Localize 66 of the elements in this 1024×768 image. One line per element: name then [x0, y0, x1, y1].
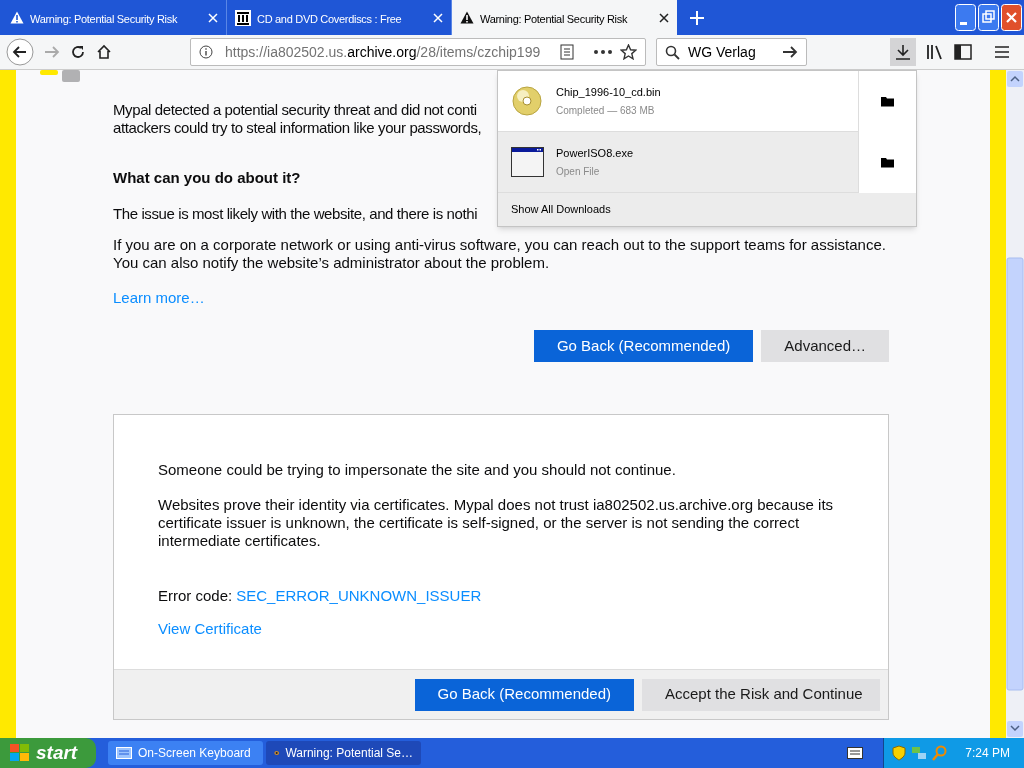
new-tab-icon[interactable] — [689, 9, 705, 26]
body-text-line: If you are on a corporate network or using anti-virus software, you can reach out to the support teams for assistance. — [113, 235, 886, 254]
file-name: PowerISO8.exe — [556, 145, 634, 161]
go-back-button[interactable]: Go Back (Recommended) — [533, 330, 754, 362]
downloads-toolbar-button[interactable] — [890, 38, 916, 66]
search-field[interactable]: WG Verlag — [656, 38, 807, 66]
close-window-icon[interactable] — [1001, 4, 1022, 31]
library-icon[interactable] — [926, 44, 944, 60]
taskbar-item-label: On-Screen Keyboard — [138, 745, 251, 762]
restore-icon[interactable] — [978, 4, 999, 31]
star-icon[interactable] — [620, 44, 637, 60]
file-name: Chip_1996-10_cd.bin — [556, 84, 661, 100]
tab-title: Warning: Potential Security Risk — [480, 12, 628, 25]
warning-text-line: Mypal detected a potential security threat and did not conti — [113, 101, 477, 119]
minimize-icon[interactable] — [955, 4, 976, 31]
warning-icon — [10, 11, 24, 24]
taskbar-item-label: Warning: Potential Se… — [285, 745, 413, 762]
show-all-downloads-button[interactable]: Show All Downloads — [498, 193, 916, 226]
warning-text-line: attackers could try to steal information like your passwords, — [113, 119, 482, 137]
close-icon[interactable] — [659, 12, 669, 23]
file-status: Completed — 683 MB — [556, 104, 655, 119]
url-text: https://ia802502.us.archive.org/28/items/czchip199 — [225, 42, 542, 62]
go-back-button[interactable]: Go Back (Recommended) — [414, 678, 634, 711]
download-icon — [895, 44, 911, 60]
scrollbar[interactable] — [1006, 70, 1024, 738]
advanced-lead-text: Someone could be trying to impersonate the site and you should not continue. — [158, 461, 676, 479]
start-button[interactable]: start — [0, 738, 96, 768]
certificate-explanation: Websites prove their identity via certificates. Mypal does not trust ia802502.us.archive.org because its certificate issuer is unknown, the certificate is self-signed, or the server is not sending the correct intermediate certificates. — [158, 496, 835, 550]
keyboard-icon — [116, 747, 132, 759]
disc-icon — [512, 86, 542, 116]
shield-icon[interactable] — [892, 745, 907, 761]
section-heading: What can you do about it? — [113, 168, 301, 188]
home-icon[interactable] — [96, 44, 112, 60]
taskbar-item[interactable]: Warning: Potential Se… — [266, 741, 421, 765]
more-icon[interactable] — [594, 50, 612, 54]
accept-risk-button[interactable]: Accept the Risk and Continue — [642, 678, 880, 711]
menu-icon[interactable] — [994, 45, 1010, 59]
reader-icon[interactable] — [560, 44, 574, 60]
warning-illustration — [40, 70, 80, 82]
taskbar-item[interactable]: On-Screen Keyboard — [108, 741, 263, 765]
body-text-line: The issue is most likely with the website, and there is nothi — [113, 204, 478, 223]
reload-icon[interactable] — [70, 44, 86, 60]
folder-icon[interactable] — [880, 156, 895, 168]
tab-title: Warning: Potential Security Risk — [30, 12, 178, 25]
info-icon[interactable] — [199, 45, 213, 59]
folder-icon[interactable] — [880, 95, 895, 107]
body-text-line: You can also notify the website’s administrator about the problem. — [113, 253, 550, 272]
warning-icon — [460, 11, 474, 24]
window-icon — [510, 147, 544, 177]
keyboard-icon[interactable] — [847, 747, 864, 759]
clock: 7:24 PM — [965, 745, 1010, 762]
file-status: Open File — [556, 165, 600, 180]
windows-logo-icon — [10, 744, 30, 762]
browser-tab[interactable]: Warning: Potential Security Risk — [452, 0, 677, 35]
go-arrow-icon[interactable] — [782, 45, 798, 59]
search-text: WG Verlag — [688, 42, 757, 62]
address-bar[interactable]: https://ia802502.us.archive.org/28/items/czchip199 — [190, 38, 646, 66]
sidebar-icon[interactable] — [954, 44, 972, 60]
advanced-button[interactable]: Advanced… — [761, 330, 889, 362]
tab-title: CD and DVD Coverdiscs : Free — [257, 12, 402, 25]
error-code-label: Error code: — [158, 587, 233, 605]
back-icon[interactable] — [6, 38, 34, 66]
download-item[interactable]: PowerISO8.exe Open File — [498, 132, 916, 193]
download-item[interactable]: Chip_1996-10_cd.bin Completed — 683 MB — [498, 71, 916, 132]
search-icon — [665, 44, 680, 60]
building-icon — [235, 9, 251, 26]
